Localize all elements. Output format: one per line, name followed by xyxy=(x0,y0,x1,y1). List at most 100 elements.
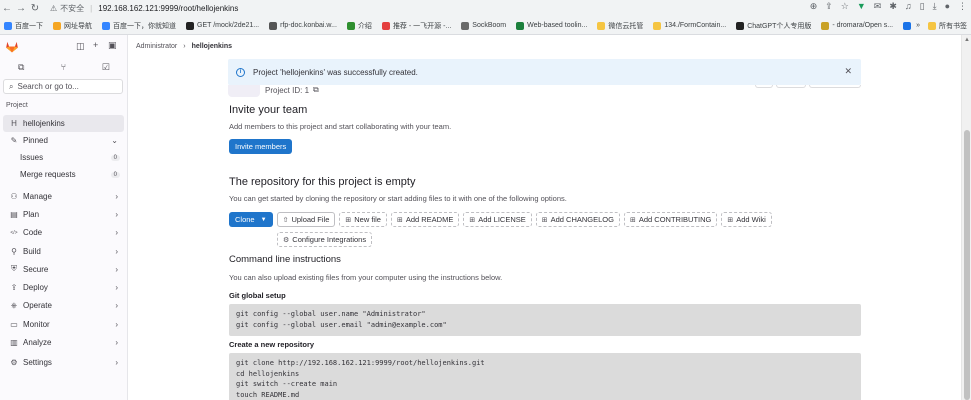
fork-button[interactable] xyxy=(809,85,861,88)
insecure-label: 不安全 xyxy=(60,3,85,13)
close-icon[interactable]: ✕ xyxy=(844,66,852,77)
bookmark-item[interactable]: - dromara/Open s... xyxy=(821,21,893,30)
page-scrollbar[interactable]: ▲ xyxy=(961,35,971,400)
media-icon[interactable]: ♫ xyxy=(905,1,912,12)
plus-icon: ⊞ xyxy=(345,216,352,224)
bookmark-item[interactable]: SockBoom xyxy=(461,21,506,30)
new-item-icon[interactable]: + xyxy=(93,40,98,50)
add-contributing-button[interactable]: ⊞ Add CONTRIBUTING xyxy=(623,212,718,227)
chevron-right-icon: › xyxy=(115,246,118,256)
breadcrumb-current[interactable]: hellojenkins xyxy=(192,43,232,50)
sidebar-item-label: Manage xyxy=(23,191,52,201)
vpn-extension-icon[interactable]: ▼ xyxy=(857,1,866,12)
sidebar-toggle-icon[interactable]: ◫ xyxy=(76,41,85,52)
sidebar-item-code[interactable]: </> Code › xyxy=(3,224,124,242)
bookmark-item[interactable]: ChatGPT个人专用版 xyxy=(736,21,811,31)
add-wiki-button[interactable]: ⊞ Add Wiki xyxy=(721,212,772,227)
bookmark-item[interactable]: 134./FormContain... xyxy=(653,21,727,30)
plus-icon: ⊞ xyxy=(629,216,636,224)
mail-extension-icon[interactable]: ✉ xyxy=(874,1,882,12)
add-readme-button[interactable]: ⊞ Add README xyxy=(390,212,460,227)
download-icon[interactable]: ⤓ xyxy=(933,1,937,12)
sidebar-item-label: Analyze xyxy=(23,338,52,348)
bookmark-label: 134./FormContain... xyxy=(664,22,727,29)
bookmark-favicon-icon xyxy=(186,21,194,30)
extension-icons: ⊕ ⇪ ☆ ▼ ✉ ✱ ♫ ▯ ⤓ ● ⋮ xyxy=(810,1,967,12)
sidebar-item-monitor[interactable]: ▭ Monitor › xyxy=(3,315,124,333)
forward-icon[interactable]: → xyxy=(14,1,28,15)
sidebar-item-plan[interactable]: ▤ Plan › xyxy=(3,205,124,223)
warning-icon: ⚠ xyxy=(50,3,58,13)
invite-members-button[interactable]: Invite members xyxy=(229,139,293,154)
clone-button[interactable]: Clone ▼ xyxy=(229,212,273,227)
profile-icon[interactable]: ● xyxy=(945,1,950,12)
breadcrumb-root[interactable]: Administrator xyxy=(136,43,177,50)
bookmark-favicon-icon xyxy=(597,21,606,30)
copy-icon[interactable]: ⧉ xyxy=(313,85,319,95)
chevron-right-icon: › xyxy=(115,283,118,293)
sidebar-item-issues[interactable]: Issues 0 xyxy=(3,149,124,166)
more-bookmarks-button[interactable]: » xyxy=(916,22,920,29)
add-changelog-button[interactable]: ⊞ Add CHANGELOG xyxy=(535,212,620,227)
sidebar-item-analyze[interactable]: ▥ Analyze › xyxy=(3,333,124,351)
bookmark-item[interactable]: 百度一下，你就知道 xyxy=(102,21,176,31)
translate-icon[interactable]: ⊕ xyxy=(810,1,818,12)
configure-integrations-button[interactable]: ⚙ Configure Integrations xyxy=(277,232,373,247)
sidebar-item-operate[interactable]: ⎈ Operate › xyxy=(3,297,124,315)
sidepanel-icon[interactable]: ▯ xyxy=(920,1,925,12)
new-file-button[interactable]: ⊞ New file xyxy=(339,212,387,227)
scrollbar-thumb[interactable] xyxy=(964,130,970,400)
upload-file-button[interactable]: ⇧ Upload File xyxy=(276,212,336,227)
sidebar-item-manage[interactable]: ⚇ Manage › xyxy=(3,187,124,205)
extensions-icon[interactable]: ✱ xyxy=(889,1,897,12)
notification-button[interactable] xyxy=(755,85,773,88)
all-bookmarks-button[interactable]: 所有书签 xyxy=(928,21,967,31)
bookmark-item[interactable]: Web-based toolin... xyxy=(516,21,587,30)
reload-icon[interactable]: ↻ xyxy=(28,1,42,15)
todos-tab-icon[interactable]: ☑ xyxy=(85,62,127,73)
star-button[interactable] xyxy=(776,85,806,88)
search-input[interactable]: ⌕ Search or go to... xyxy=(3,79,123,94)
chevron-right-icon: › xyxy=(115,209,118,219)
merge-requests-tab-icon[interactable]: ⑂ xyxy=(42,62,84,72)
menu-icon[interactable]: ⋮ xyxy=(958,1,967,12)
plan-icon: ▤ xyxy=(10,209,18,219)
address-bar[interactable]: ⚠ 不安全 | 192.168.162.121:9999/root/helloj… xyxy=(50,1,238,15)
sidebar-item-label: Monitor xyxy=(23,319,50,329)
back-icon[interactable]: ← xyxy=(0,1,14,15)
bookmark-item[interactable]: 百度一下 xyxy=(4,21,43,31)
bookmark-item[interactable]: 微信云托管 xyxy=(597,21,643,31)
gear-icon: ⚙ xyxy=(283,236,290,244)
bookmark-favicon-icon xyxy=(102,21,110,30)
rocket-icon: ⚲ xyxy=(11,246,17,256)
gitlab-logo-icon[interactable] xyxy=(5,40,19,53)
sidebar-item-secure[interactable]: ⛨ Secure › xyxy=(3,260,124,278)
button-label: Add CHANGELOG xyxy=(550,215,614,224)
star-icon[interactable]: ☆ xyxy=(841,1,849,12)
sidebar-item-merge-requests[interactable]: Merge requests 0 xyxy=(3,166,124,183)
bookmark-item[interactable]: GET /mock/2de21... xyxy=(186,21,259,30)
chevron-down-icon: ▼ xyxy=(260,216,267,223)
sidebar-item-settings[interactable]: ⚙ Settings › xyxy=(3,354,124,371)
sidebar-item-project[interactable]: H hellojenkins xyxy=(3,115,124,132)
avatar[interactable]: ▣ xyxy=(108,40,117,51)
bookmark-item[interactable]: 网址导航 xyxy=(53,21,92,31)
sidebar-item-deploy[interactable]: ⇪ Deploy › xyxy=(3,278,124,296)
add-license-button[interactable]: ⊞ Add LICENSE xyxy=(463,212,532,227)
settings-label: Settings xyxy=(23,357,52,367)
bookmark-item[interactable]: 介绍 xyxy=(346,21,372,31)
sidebar-item-pinned[interactable]: ✎ Pinned ⌄ xyxy=(3,132,124,149)
breadcrumb: Administrator › hellojenkins xyxy=(136,43,232,50)
deploy-icon: ⇪ xyxy=(10,283,18,293)
alert-message: Project 'hellojenkins' was successfully … xyxy=(253,67,418,77)
bookmark-item[interactable]: 推荐 - 一飞开源 -... xyxy=(381,21,452,31)
success-alert: i Project 'hellojenkins' was successfull… xyxy=(228,59,861,85)
scroll-up-icon[interactable]: ▲ xyxy=(964,37,970,43)
bookmark-item[interactable]: rfp-doc.konbai.w... xyxy=(269,21,337,30)
bookmark-favicon-icon xyxy=(516,21,525,30)
issues-tab-icon[interactable]: ⧉ xyxy=(0,62,42,73)
share-icon[interactable]: ⇪ xyxy=(825,1,833,12)
chart-icon: ▥ xyxy=(10,338,18,348)
sidebar-item-build[interactable]: ⚲ Build › xyxy=(3,242,124,260)
bookmark-label: 推荐 - 一飞开源 -... xyxy=(392,22,452,30)
